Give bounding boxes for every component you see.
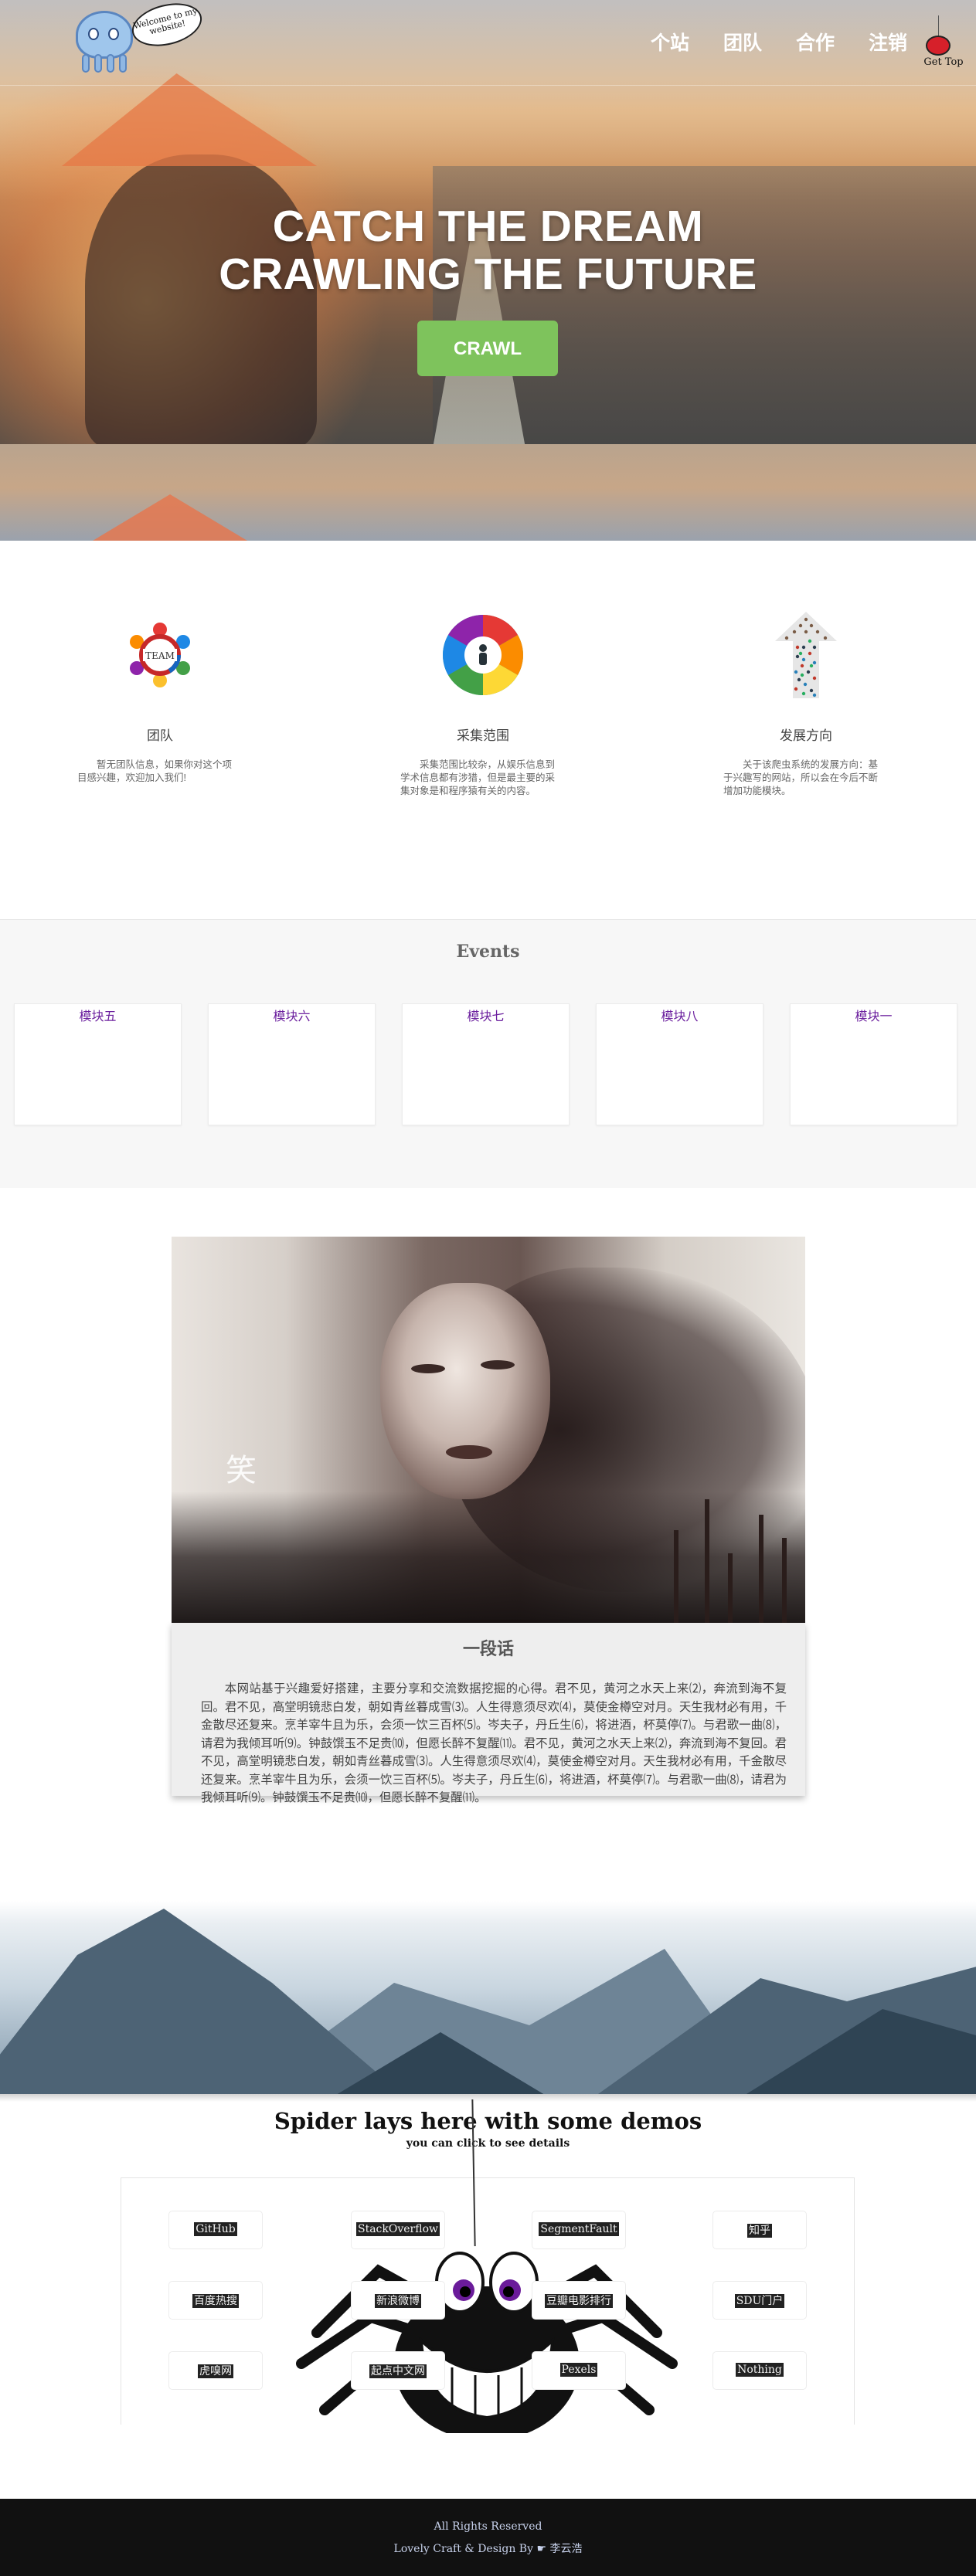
footer-rights: All Rights Reserved bbox=[434, 2520, 542, 2533]
demo-link-huxiu[interactable]: 虎嗅网 bbox=[168, 2351, 263, 2390]
event-card-label: 模块八 bbox=[661, 1010, 699, 1023]
feature-desc-team: 暂无团队信息，如果你对这个项目感兴趣，欢迎加入我们! bbox=[77, 759, 233, 783]
demo-link-sdu-portal[interactable]: SDU门户 bbox=[712, 2281, 807, 2320]
event-card[interactable]: 模块六 bbox=[208, 1003, 376, 1125]
nav-item-cooperation[interactable]: 合作 bbox=[796, 28, 835, 56]
passage-card: 一段话 本网站基于兴趣爱好搭建，主要分享和交流数据挖掘的心得。君不见，黄河之水天… bbox=[172, 1623, 805, 1804]
crawl-button[interactable]: CRAWL bbox=[417, 321, 558, 376]
hero-title: CATCH THE DREAM CRAWLING THE FUTURE bbox=[0, 202, 976, 298]
scope-wheel-icon bbox=[443, 615, 523, 695]
cartoon-spider-icon bbox=[296, 2252, 678, 2433]
nav-divider bbox=[0, 85, 976, 86]
feature-desc-direction: 关于该爬虫系统的发展方向：基于兴趣写的网站，所以会在今后不断增加功能模块。 bbox=[723, 759, 879, 796]
feature-title-scope: 采集范围 bbox=[457, 728, 509, 743]
event-card-label: 模块六 bbox=[273, 1010, 311, 1023]
feature-title-team: 团队 bbox=[147, 728, 173, 743]
demo-link-baidu-hot[interactable]: 百度热搜 bbox=[168, 2281, 263, 2320]
event-card-label: 模块五 bbox=[79, 1010, 117, 1023]
event-card[interactable]: 模块五 bbox=[14, 1003, 182, 1125]
demo-link-nothing[interactable]: Nothing bbox=[712, 2351, 807, 2390]
get-top-button[interactable]: Get Top bbox=[916, 15, 971, 71]
event-card[interactable]: 模块七 bbox=[402, 1003, 570, 1125]
footer-credit: Lovely Craft & Design By ☛ 李云浩 bbox=[393, 2543, 583, 2555]
event-card[interactable]: 模块八 bbox=[596, 1003, 763, 1125]
event-card[interactable]: 模块一 bbox=[790, 1003, 957, 1125]
feature-title-direction: 发展方向 bbox=[780, 728, 832, 743]
event-card-label: 模块一 bbox=[855, 1010, 893, 1023]
ink-portrait-image: 笑 bbox=[172, 1237, 805, 1623]
feature-desc-scope: 采集范围比较杂，从娱乐信息到学术信息都有涉猎，但是最主要的采集对象是和程序猿有关… bbox=[400, 759, 556, 796]
site-logo-octopus-icon[interactable] bbox=[76, 11, 133, 73]
demo-link-zhihu[interactable]: 知乎 bbox=[712, 2211, 807, 2249]
demo-link-stackoverflow[interactable]: StackOverflow bbox=[351, 2211, 445, 2249]
passage-title: 一段话 bbox=[462, 1639, 514, 1658]
demo-link-github[interactable]: GitHub bbox=[168, 2211, 263, 2249]
nav-item-personal-site[interactable]: 个站 bbox=[651, 28, 689, 56]
demo-link-segmentfault[interactable]: SegmentFault bbox=[532, 2211, 626, 2249]
demo-link-pexels[interactable]: Pexels bbox=[532, 2351, 626, 2390]
footer: All Rights Reserved Lovely Craft & Desig… bbox=[0, 2499, 976, 2576]
nav-item-logout[interactable]: 注销 bbox=[869, 28, 907, 56]
svg-text:TEAM: TEAM bbox=[145, 650, 175, 661]
passage-text: 本网站基于兴趣爱好搭建，主要分享和交流数据挖掘的心得。君不见，黄河之水天上来⑵，… bbox=[201, 1682, 787, 1804]
event-card-label: 模块七 bbox=[467, 1010, 505, 1023]
get-top-label: Get Top bbox=[923, 56, 964, 68]
team-icon: TEAM bbox=[130, 623, 190, 687]
painting-glyph: 笑 bbox=[226, 1453, 257, 1488]
demos-title: Spider lays here with some demos bbox=[274, 2108, 702, 2134]
hero-title-line1: CATCH THE DREAM bbox=[272, 202, 704, 251]
events-section: Events 模块五 模块六 模块七 模块八 模块一 bbox=[0, 919, 976, 1188]
demos-subtitle: you can click to see details bbox=[406, 2137, 570, 2150]
demo-link-weibo[interactable]: 新浪微博 bbox=[351, 2281, 445, 2320]
demo-link-qidian[interactable]: 起点中文网 bbox=[351, 2351, 445, 2390]
hero-silhouette bbox=[85, 154, 317, 444]
nav-item-team[interactable]: 团队 bbox=[723, 28, 762, 56]
events-title: Events bbox=[456, 942, 520, 962]
hero-title-line2: CRAWLING THE FUTURE bbox=[219, 249, 757, 299]
mountain-landscape-image bbox=[0, 1901, 976, 2094]
demo-link-douban-movies[interactable]: 豆瓣电影排行 bbox=[532, 2281, 626, 2320]
spider-bug-icon bbox=[926, 36, 950, 56]
crowd-arrow-icon bbox=[775, 612, 837, 698]
